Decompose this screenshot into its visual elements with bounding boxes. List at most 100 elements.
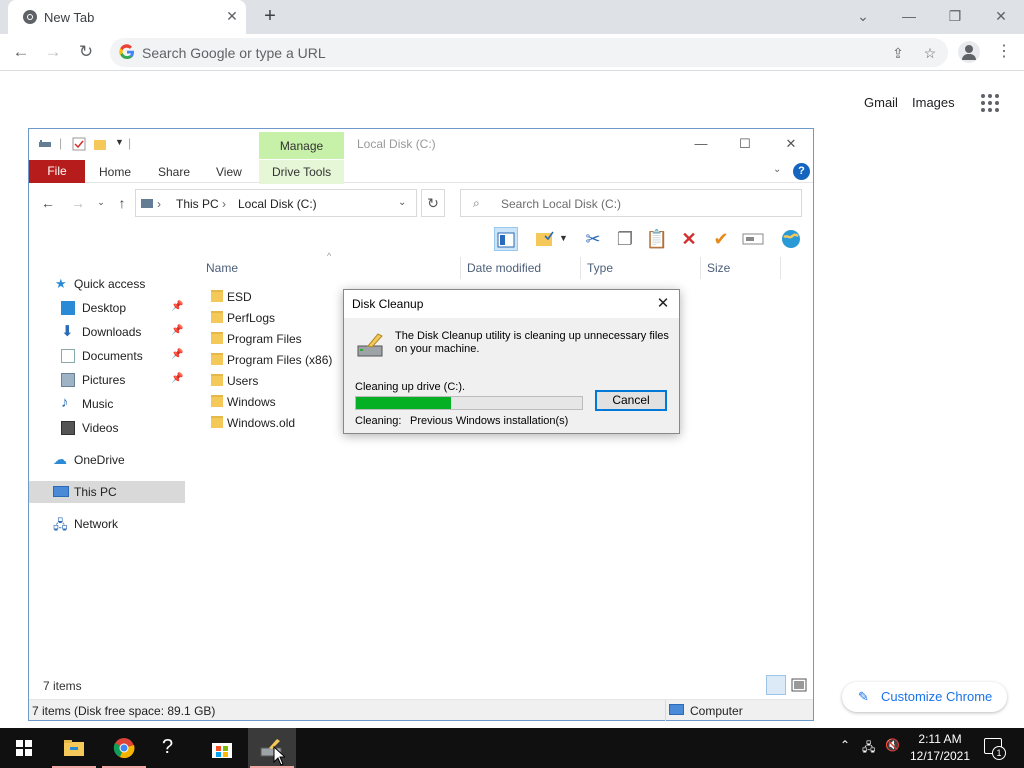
sidebar-item-network[interactable]: 🖧 Network — [29, 513, 185, 535]
rename-icon[interactable] — [741, 227, 765, 251]
tab-manage[interactable]: Manage — [259, 132, 344, 159]
checkmark-icon[interactable]: ✔ — [709, 227, 733, 251]
tab-search-icon[interactable]: ⌄ — [851, 6, 875, 26]
minimize-icon[interactable]: — — [897, 6, 921, 26]
chrome-tab-strip: New Tab ✕ + ⌄ — ❐ ✕ — [0, 0, 1024, 34]
reload-icon[interactable]: ↻ — [75, 41, 97, 63]
column-header-date[interactable]: Date modified — [467, 261, 541, 275]
sidebar-item-quick-access[interactable]: ★ Quick access — [29, 273, 185, 295]
back-icon[interactable]: ← — [10, 41, 32, 63]
gmail-link[interactable]: Gmail — [864, 95, 898, 110]
preview-pane-icon[interactable] — [494, 227, 518, 251]
pin-icon[interactable]: 📌 — [171, 301, 183, 312]
sidebar-item-pictures[interactable]: Pictures 📌 — [29, 369, 185, 391]
tab-share[interactable]: Share — [158, 165, 190, 179]
sidebar-item-label: OneDrive — [74, 453, 125, 467]
column-header-size[interactable]: Size — [707, 261, 730, 275]
up-icon[interactable]: ↑ — [113, 195, 131, 211]
cut-icon[interactable]: ✂ — [581, 227, 605, 251]
breadcrumb-this-pc[interactable]: This PC — [176, 197, 219, 211]
taskbar-disk-cleanup[interactable] — [248, 728, 296, 768]
explorer-back-icon[interactable]: ← — [39, 195, 57, 211]
tab-file[interactable]: File — [29, 160, 85, 183]
qat-customize-icon[interactable]: ▼ — [115, 137, 124, 147]
dialog-title-bar[interactable]: Disk Cleanup ✕ — [344, 290, 679, 318]
pin-icon[interactable]: 📌 — [171, 349, 183, 360]
new-folder-icon[interactable] — [93, 137, 107, 151]
delete-icon[interactable]: ✕ — [677, 227, 701, 251]
explorer-close-icon[interactable]: ✕ — [781, 135, 801, 153]
tab-view[interactable]: View — [216, 165, 242, 179]
column-divider[interactable] — [780, 257, 781, 279]
sidebar-item-this-pc[interactable]: This PC — [29, 481, 185, 503]
images-link[interactable]: Images — [912, 95, 955, 110]
tab-new-tab[interactable]: New Tab ✕ — [8, 0, 246, 34]
new-tab-button[interactable]: + — [260, 6, 280, 26]
globe-icon[interactable] — [779, 227, 803, 251]
close-window-icon[interactable]: ✕ — [989, 6, 1013, 26]
cancel-button[interactable]: Cancel — [595, 390, 667, 411]
sidebar-item-onedrive[interactable]: ☁ OneDrive — [29, 449, 185, 471]
network-tray-icon[interactable]: 🖧 — [862, 738, 875, 759]
help-icon[interactable]: ? — [793, 163, 810, 180]
explorer-minimize-icon[interactable]: — — [691, 135, 711, 153]
column-divider[interactable] — [460, 257, 461, 279]
explorer-maximize-icon[interactable]: ☐ — [735, 135, 755, 153]
taskbar-file-explorer[interactable] — [50, 728, 98, 768]
pencil-icon: ✎ — [858, 689, 869, 704]
details-view-icon[interactable] — [766, 675, 786, 695]
pin-icon[interactable]: 📌 — [171, 373, 183, 384]
tab-close-icon[interactable]: ✕ — [224, 8, 240, 24]
cleanup-progress-bar — [355, 396, 583, 410]
folder-icon — [211, 290, 223, 302]
properties-check-icon[interactable] — [533, 227, 557, 251]
drive-icon — [39, 140, 51, 147]
search-input[interactable]: ⌕ Search Local Disk (C:) — [460, 189, 802, 217]
dialog-close-icon[interactable]: ✕ — [653, 294, 673, 314]
taskbar-get-help[interactable]: ? — [150, 728, 198, 768]
tab-home[interactable]: Home — [99, 165, 131, 179]
explorer-forward-icon[interactable]: → — [69, 195, 87, 211]
taskbar-chrome[interactable] — [100, 728, 148, 768]
show-hidden-icons-icon[interactable]: ⌃ — [840, 738, 850, 752]
omnibox[interactable]: Search Google or type a URL ⇪ ☆ — [110, 38, 948, 67]
qat-separator: | — [59, 136, 63, 150]
expand-ribbon-icon[interactable]: ⌄ — [773, 164, 781, 175]
google-apps-icon[interactable] — [981, 94, 999, 112]
customize-chrome-button[interactable]: ✎ Customize Chrome — [842, 682, 1007, 712]
sidebar-item-desktop[interactable]: Desktop 📌 — [29, 297, 185, 319]
column-header-type[interactable]: Type — [587, 261, 613, 275]
tab-drive-tools[interactable]: Drive Tools — [272, 165, 331, 179]
large-icons-view-icon[interactable] — [788, 675, 808, 695]
clock-time[interactable]: 2:11 AM — [914, 732, 966, 746]
address-dropdown-icon[interactable]: ⌄ — [398, 197, 406, 208]
clock-date[interactable]: 12/17/2021 — [908, 749, 972, 763]
bookmark-star-icon[interactable]: ☆ — [920, 43, 940, 63]
restore-icon[interactable]: ❐ — [943, 6, 967, 26]
pin-icon[interactable]: 📌 — [171, 325, 183, 336]
sidebar-item-music[interactable]: ♪ Music — [29, 393, 185, 415]
column-divider[interactable] — [700, 257, 701, 279]
sidebar-item-videos[interactable]: Videos — [29, 417, 185, 439]
refresh-icon[interactable]: ↻ — [421, 189, 445, 217]
chrome-menu-icon[interactable]: ⋮ — [996, 41, 1012, 63]
sidebar-item-downloads[interactable]: ⬇ Downloads 📌 — [29, 321, 185, 343]
share-icon[interactable]: ⇪ — [888, 43, 908, 63]
recent-locations-icon[interactable]: ⌄ — [92, 197, 110, 208]
volume-muted-icon[interactable]: 🔇 — [885, 738, 900, 752]
column-header-name[interactable]: Name — [206, 261, 238, 275]
view-dropdown-icon[interactable]: ▼ — [559, 233, 568, 243]
profile-avatar-icon[interactable] — [958, 41, 980, 63]
forward-icon[interactable]: → — [42, 41, 64, 63]
copy-icon[interactable]: ❐ — [613, 227, 637, 251]
address-bar[interactable]: › This PC › Local Disk (C:) ⌄ — [135, 189, 417, 217]
sidebar-item-label: Network — [74, 517, 119, 531]
breadcrumb-local-disk[interactable]: Local Disk (C:) — [238, 197, 317, 211]
paste-icon[interactable]: 📋 — [645, 227, 669, 251]
start-button[interactable] — [0, 728, 48, 768]
column-divider[interactable] — [580, 257, 581, 279]
chrome-toolbar: ← → ↻ Search Google or type a URL ⇪ ☆ ⋮ — [0, 34, 1024, 71]
properties-icon[interactable] — [72, 137, 86, 151]
taskbar-store[interactable] — [198, 728, 246, 768]
sidebar-item-documents[interactable]: Documents 📌 — [29, 345, 185, 367]
